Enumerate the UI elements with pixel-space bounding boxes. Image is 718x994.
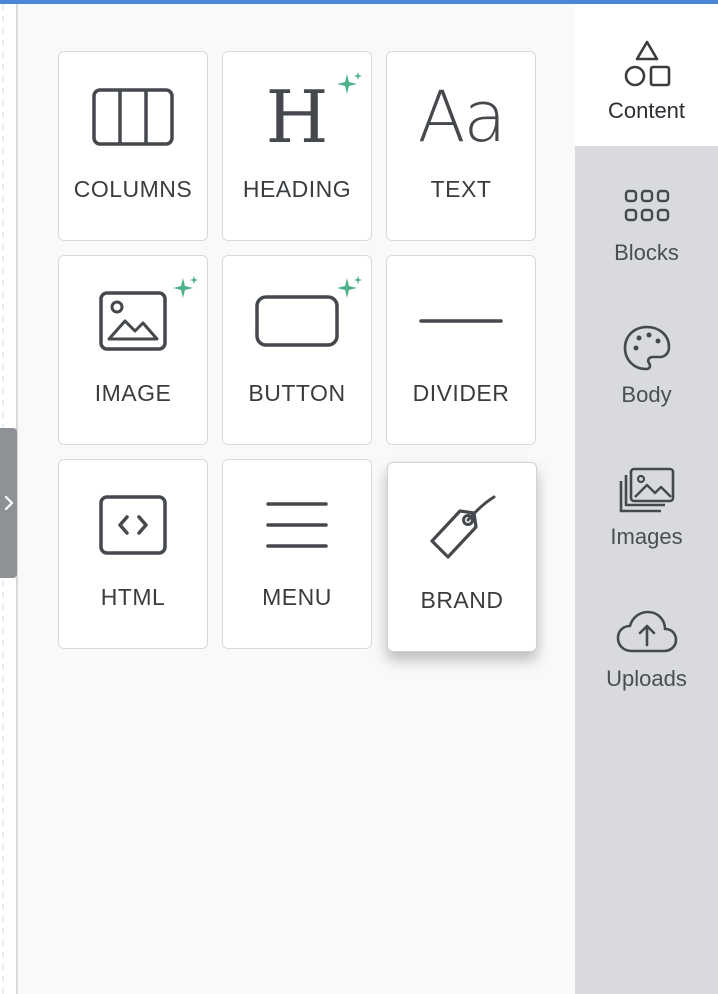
sidebar-item-label: Uploads (606, 666, 687, 691)
tool-label: IMAGE (94, 380, 172, 406)
sidebar-item-label: Content (607, 98, 686, 123)
tool-label: COLUMNS (73, 176, 193, 202)
sidebar-item-label: Body (621, 382, 672, 407)
tool-label: BUTTON (248, 380, 346, 406)
heading-glyph: H (265, 75, 329, 159)
sidebar-item-label: Images (610, 524, 683, 549)
tool-button[interactable]: BUTTON (222, 255, 372, 445)
tool-text[interactable]: Aa TEXT (386, 51, 536, 241)
tool-label: MENU (262, 584, 332, 610)
sidebar-item-label: Blocks (614, 240, 679, 265)
tool-brand[interactable]: BRAND (387, 462, 537, 652)
cloud-upload-icon (616, 606, 678, 658)
menu-icon (223, 490, 371, 560)
tool-label: HTML (100, 584, 166, 610)
palette-icon (622, 322, 672, 374)
sparkle-icon (337, 276, 362, 298)
images-icon (619, 464, 675, 516)
divider-icon (387, 286, 535, 356)
sidebar-item-content[interactable]: Content (575, 4, 718, 146)
sparkle-icon (337, 72, 362, 94)
tool-label: HEADING (242, 176, 352, 202)
text-icon: Aa (387, 82, 535, 152)
tag-icon (388, 489, 536, 569)
tool-html[interactable]: HTML (58, 459, 208, 649)
content-panel: COLUMNS H HEADING Aa TEXT IMAGE BUTTON D… (18, 4, 575, 994)
shapes-icon (622, 38, 672, 90)
panel-collapse-handle[interactable] (0, 428, 17, 578)
tool-image[interactable]: IMAGE (58, 255, 208, 445)
tool-columns[interactable]: COLUMNS (58, 51, 208, 241)
tool-menu[interactable]: MENU (222, 459, 372, 649)
columns-icon (59, 82, 207, 152)
text-glyph: Aa (417, 76, 507, 158)
chevron-right-icon (4, 495, 13, 511)
sidebar-item-images[interactable]: Images (575, 430, 718, 572)
tool-heading[interactable]: H HEADING (222, 51, 372, 241)
tool-label: TEXT (430, 176, 492, 202)
sidebar: Content Blocks Body Images Uploads (575, 4, 718, 994)
tool-label: BRAND (420, 587, 504, 613)
html-icon (59, 490, 207, 560)
sparkle-icon (173, 276, 198, 298)
tool-label: DIVIDER (412, 380, 510, 406)
grid-dots-icon (624, 180, 670, 232)
tool-divider[interactable]: DIVIDER (386, 255, 536, 445)
sidebar-item-body[interactable]: Body (575, 288, 718, 430)
sidebar-item-blocks[interactable]: Blocks (575, 146, 718, 288)
sidebar-item-uploads[interactable]: Uploads (575, 572, 718, 714)
